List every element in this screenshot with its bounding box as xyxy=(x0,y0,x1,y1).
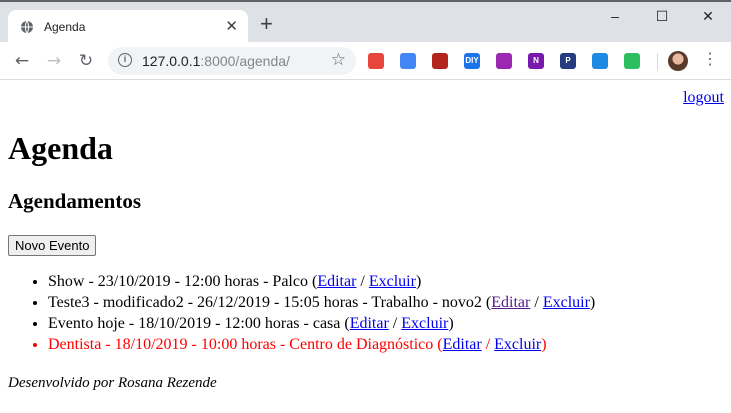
browser-menu-icon[interactable]: ⋮ xyxy=(702,52,718,68)
new-tab-button[interactable]: + xyxy=(260,13,273,35)
close-paren: ) xyxy=(415,273,422,290)
forward-button[interactable]: → xyxy=(44,51,64,71)
link-separator: / xyxy=(356,273,369,290)
back-button[interactable]: ← xyxy=(12,51,32,71)
close-paren: ) xyxy=(448,315,454,332)
paypal-icon[interactable]: P xyxy=(560,53,576,69)
event-text: Teste3 - modificado2 - 26/12/2019 - 15:0… xyxy=(48,294,492,311)
event-item: Dentista - 18/10/2019 - 10:00 horas - Ce… xyxy=(48,334,731,355)
delete-link[interactable]: Excluir xyxy=(401,315,448,332)
event-list: Show - 23/10/2019 - 12:00 horas - Palco … xyxy=(8,271,731,355)
delete-link[interactable]: Excluir xyxy=(543,294,590,311)
event-item: Evento hoje - 18/10/2019 - 12:00 horas -… xyxy=(48,313,731,334)
browser-toolbar: ← → ↻ i 127.0.0.1:8000/agenda/ ☆ DIY N P ⋮ xyxy=(0,42,731,80)
browser-tabstrip: Agenda ✕ + – ☐ ✕ xyxy=(0,0,731,44)
delete-link[interactable]: Excluir xyxy=(369,273,416,290)
globe-icon xyxy=(21,20,33,34)
evernote-icon[interactable] xyxy=(624,53,640,69)
logout-link[interactable]: logout xyxy=(683,89,724,107)
info-icon[interactable]: i xyxy=(118,53,132,67)
megaphone-icon[interactable] xyxy=(368,53,384,69)
edit-link[interactable]: Editar xyxy=(443,336,482,353)
profile-avatar[interactable] xyxy=(668,51,688,71)
close-paren: ) xyxy=(541,336,547,353)
delete-link[interactable]: Excluir xyxy=(494,336,541,353)
edit-link[interactable]: Editar xyxy=(350,315,389,332)
event-text: Dentista - 18/10/2019 - 10:00 horas - Ce… xyxy=(48,336,443,353)
close-window-button[interactable]: ✕ xyxy=(698,8,718,25)
event-text: Evento hoje - 18/10/2019 - 12:00 horas -… xyxy=(48,315,350,332)
link-separator: / xyxy=(530,294,543,311)
maximize-button[interactable]: ☐ xyxy=(652,8,672,25)
tab-close-icon[interactable]: ✕ xyxy=(225,17,238,35)
bookmark-star-icon[interactable]: ☆ xyxy=(331,50,346,70)
pdf-icon[interactable] xyxy=(432,53,448,69)
url-text[interactable]: 127.0.0.1:8000/agenda/ xyxy=(142,53,290,69)
minimize-button[interactable]: – xyxy=(605,8,625,24)
event-item: Show - 23/10/2019 - 12:00 horas - Palco … xyxy=(48,271,731,292)
toolbar-divider xyxy=(657,53,658,71)
address-bar[interactable]: i 127.0.0.1:8000/agenda/ ☆ xyxy=(108,47,356,75)
new-event-button[interactable]: Novo Evento xyxy=(8,235,97,256)
event-text: Show - 23/10/2019 - 12:00 horas - Palco … xyxy=(48,273,318,290)
close-paren: ) xyxy=(589,294,596,311)
feather-icon[interactable] xyxy=(496,53,512,69)
window-icon[interactable] xyxy=(592,53,608,69)
section-heading: Agendamentos xyxy=(8,189,142,213)
onenote-icon[interactable]: N xyxy=(528,53,544,69)
page-title: Agenda xyxy=(8,130,113,166)
diy-icon[interactable]: DIY xyxy=(464,53,480,69)
footer-credit: Desenvolvido por Rosana Rezende xyxy=(8,375,217,391)
browser-tab[interactable]: Agenda ✕ xyxy=(8,10,248,44)
translate-icon[interactable] xyxy=(400,53,416,69)
page-content: logout Agenda Agendamentos Novo Evento S… xyxy=(0,80,731,413)
link-separator: / xyxy=(481,336,495,353)
tab-title: Agenda xyxy=(44,20,86,34)
event-item: Teste3 - modificado2 - 26/12/2019 - 15:0… xyxy=(48,292,731,313)
edit-link[interactable]: Editar xyxy=(317,273,356,290)
edit-link[interactable]: Editar xyxy=(491,294,530,311)
reload-button[interactable]: ↻ xyxy=(76,51,96,71)
link-separator: / xyxy=(388,315,402,332)
